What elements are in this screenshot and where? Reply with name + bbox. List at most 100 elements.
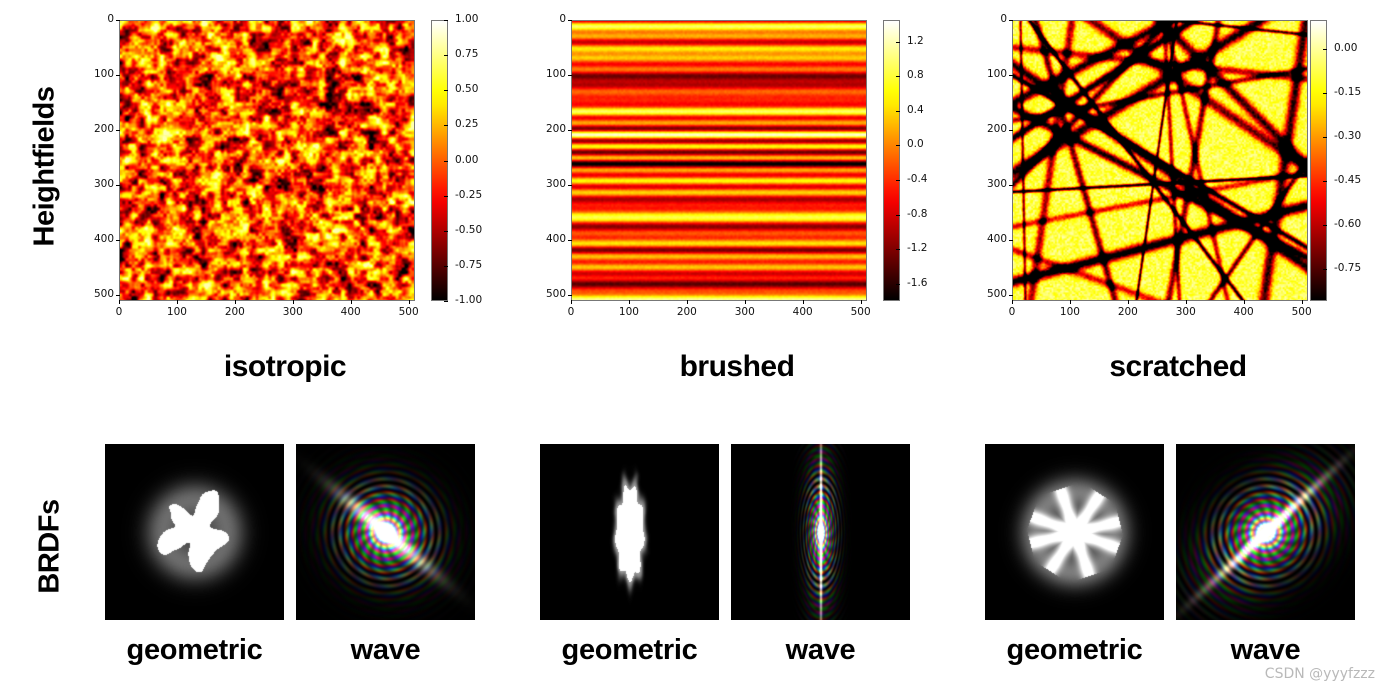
heightfield-plot-scratched xyxy=(1012,20,1308,301)
column-caption-isotropic: isotropic xyxy=(223,350,347,383)
heightfield-xtick-mark xyxy=(1185,300,1187,304)
colorbar-tick-mark xyxy=(896,283,900,285)
colorbar-tick-mark xyxy=(444,265,448,267)
heightfield-xtick-1-100: 100 xyxy=(618,306,639,318)
colorbar-tick-mark xyxy=(444,55,448,57)
heightfield-ytick-mark xyxy=(1009,74,1013,76)
heightfield-ytick-0-400: 400 xyxy=(93,232,114,245)
colorbar-tick-mark xyxy=(1323,224,1327,226)
colorbar-tick-mark xyxy=(896,145,900,147)
colorbar-tick-1-4: -0.4 xyxy=(907,172,928,185)
heightfield-ytick-1-0: 0 xyxy=(559,13,566,25)
colorbar-tick-mark xyxy=(896,249,900,251)
heightfield-ytick-mark xyxy=(568,74,572,76)
heightfield-xtick-mark xyxy=(744,300,746,304)
heightfield-ytick-mark xyxy=(568,294,572,296)
brdf-caption-brushed-geometric: geometric xyxy=(561,634,698,666)
column-caption-scratched: scratched xyxy=(1109,350,1247,383)
heightfield-ytick-0-0: 0 xyxy=(107,13,114,25)
heightfield-xtick-mark xyxy=(350,300,352,304)
colorbar-tick-mark xyxy=(444,195,448,197)
heightfield-ytick-0-300: 300 xyxy=(93,177,114,190)
colorbar-scratched xyxy=(1310,20,1327,301)
brdf-caption-scratched-geometric: geometric xyxy=(1006,634,1143,666)
heightfield-ytick-mark xyxy=(1009,129,1013,131)
heightfield-xtick-mark xyxy=(686,300,688,304)
heightfield-xtick-2-200: 200 xyxy=(1117,306,1138,318)
colorbar-tick-mark xyxy=(1323,180,1327,182)
heightfield-ytick-1-500: 500 xyxy=(545,287,566,300)
heightfield-xtick-0-500: 500 xyxy=(398,306,419,318)
heightfield-xtick-0-300: 300 xyxy=(282,306,303,318)
colorbar-tick-mark xyxy=(1323,93,1327,95)
heightfield-ytick-mark xyxy=(116,239,120,241)
heightfield-ytick-0-200: 200 xyxy=(93,122,114,135)
colorbar-brushed xyxy=(883,20,900,301)
heightfield-ytick-0-100: 100 xyxy=(93,67,114,80)
watermark: CSDN @yyyfzzz xyxy=(1264,666,1375,682)
colorbar-tick-mark xyxy=(896,179,900,181)
colorbar-tick-1-3: 0.0 xyxy=(907,138,924,151)
colorbar-tick-1-6: -1.2 xyxy=(907,242,928,255)
brdf-caption-isotropic-wave: wave xyxy=(350,634,421,666)
heightfield-ytick-1-200: 200 xyxy=(545,122,566,135)
heightfield-xtick-1-200: 200 xyxy=(676,306,697,318)
heightfield-ytick-mark xyxy=(116,129,120,131)
colorbar-tick-mark xyxy=(444,160,448,162)
heightfield-xtick-mark xyxy=(408,300,410,304)
colorbar-tick-2-1: -0.15 xyxy=(1334,86,1362,99)
colorbar-tick-2-5: -0.75 xyxy=(1334,261,1362,274)
heightfield-ytick-2-400: 400 xyxy=(986,232,1007,245)
heightfield-ytick-2-200: 200 xyxy=(986,122,1007,135)
colorbar-tick-1-5: -0.8 xyxy=(907,207,928,220)
colorbar-tick-mark xyxy=(896,41,900,43)
heightfield-ytick-2-500: 500 xyxy=(986,287,1007,300)
heightfield-xtick-mark xyxy=(628,300,630,304)
colorbar-tick-0-1: 0.75 xyxy=(455,48,479,61)
heightfield-xtick-1-400: 400 xyxy=(792,306,813,318)
column-caption-brushed: brushed xyxy=(679,350,795,383)
heightfield-ytick-mark xyxy=(116,74,120,76)
colorbar-tick-0-6: -0.50 xyxy=(455,223,483,236)
colorbar-tick-mark xyxy=(896,76,900,78)
heightfield-ytick-1-300: 300 xyxy=(545,177,566,190)
heightfield-plot-isotropic xyxy=(119,20,415,301)
heightfield-ytick-1-100: 100 xyxy=(545,67,566,80)
heightfield-xtick-mark xyxy=(571,300,572,304)
brdf-caption-scratched-wave: wave xyxy=(1230,634,1301,666)
colorbar-tick-2-2: -0.30 xyxy=(1334,130,1362,143)
heightfield-plot-brushed xyxy=(571,20,867,301)
heightfield-xtick-mark xyxy=(292,300,294,304)
colorbar-tick-mark xyxy=(444,20,448,21)
heightfield-ytick-0-500: 500 xyxy=(93,287,114,300)
heightfield-ytick-mark xyxy=(568,129,572,131)
colorbar-tick-mark xyxy=(444,125,448,127)
heightfield-xtick-0-400: 400 xyxy=(340,306,361,318)
heightfield-xtick-2-100: 100 xyxy=(1059,306,1080,318)
heightfield-ytick-mark xyxy=(116,294,120,296)
heightfield-ytick-mark xyxy=(1009,20,1013,21)
colorbar-tick-0-0: 1.00 xyxy=(455,13,479,25)
brdf-image-brushed-geometric xyxy=(540,444,719,620)
colorbar-tick-mark xyxy=(896,214,900,216)
colorbar-tick-0-2: 0.50 xyxy=(455,83,479,96)
heightfield-ytick-mark xyxy=(1009,294,1013,296)
colorbar-tick-mark xyxy=(1323,49,1327,51)
brdf-image-scratched-geometric xyxy=(985,444,1164,620)
heightfield-ytick-2-100: 100 xyxy=(986,67,1007,80)
heightfield-xtick-mark xyxy=(860,300,862,304)
colorbar-tick-mark xyxy=(1323,268,1327,270)
heightfield-xtick-mark xyxy=(1243,300,1245,304)
brdf-caption-brushed-wave: wave xyxy=(785,634,856,666)
colorbar-tick-0-4: 0.00 xyxy=(455,153,479,166)
brdf-image-brushed-wave xyxy=(731,444,910,620)
colorbar-tick-2-4: -0.60 xyxy=(1334,217,1362,230)
row-label-brdfs: BRDFs xyxy=(33,499,66,594)
colorbar-tick-mark xyxy=(444,301,448,302)
heightfield-xtick-0-200: 200 xyxy=(224,306,245,318)
row-label-heightfields: Heightfields xyxy=(28,86,61,247)
colorbar-tick-mark xyxy=(444,90,448,92)
colorbar-tick-0-8: -1.00 xyxy=(455,294,483,306)
heightfield-ytick-mark xyxy=(568,20,572,21)
heightfield-xtick-mark xyxy=(1069,300,1071,304)
